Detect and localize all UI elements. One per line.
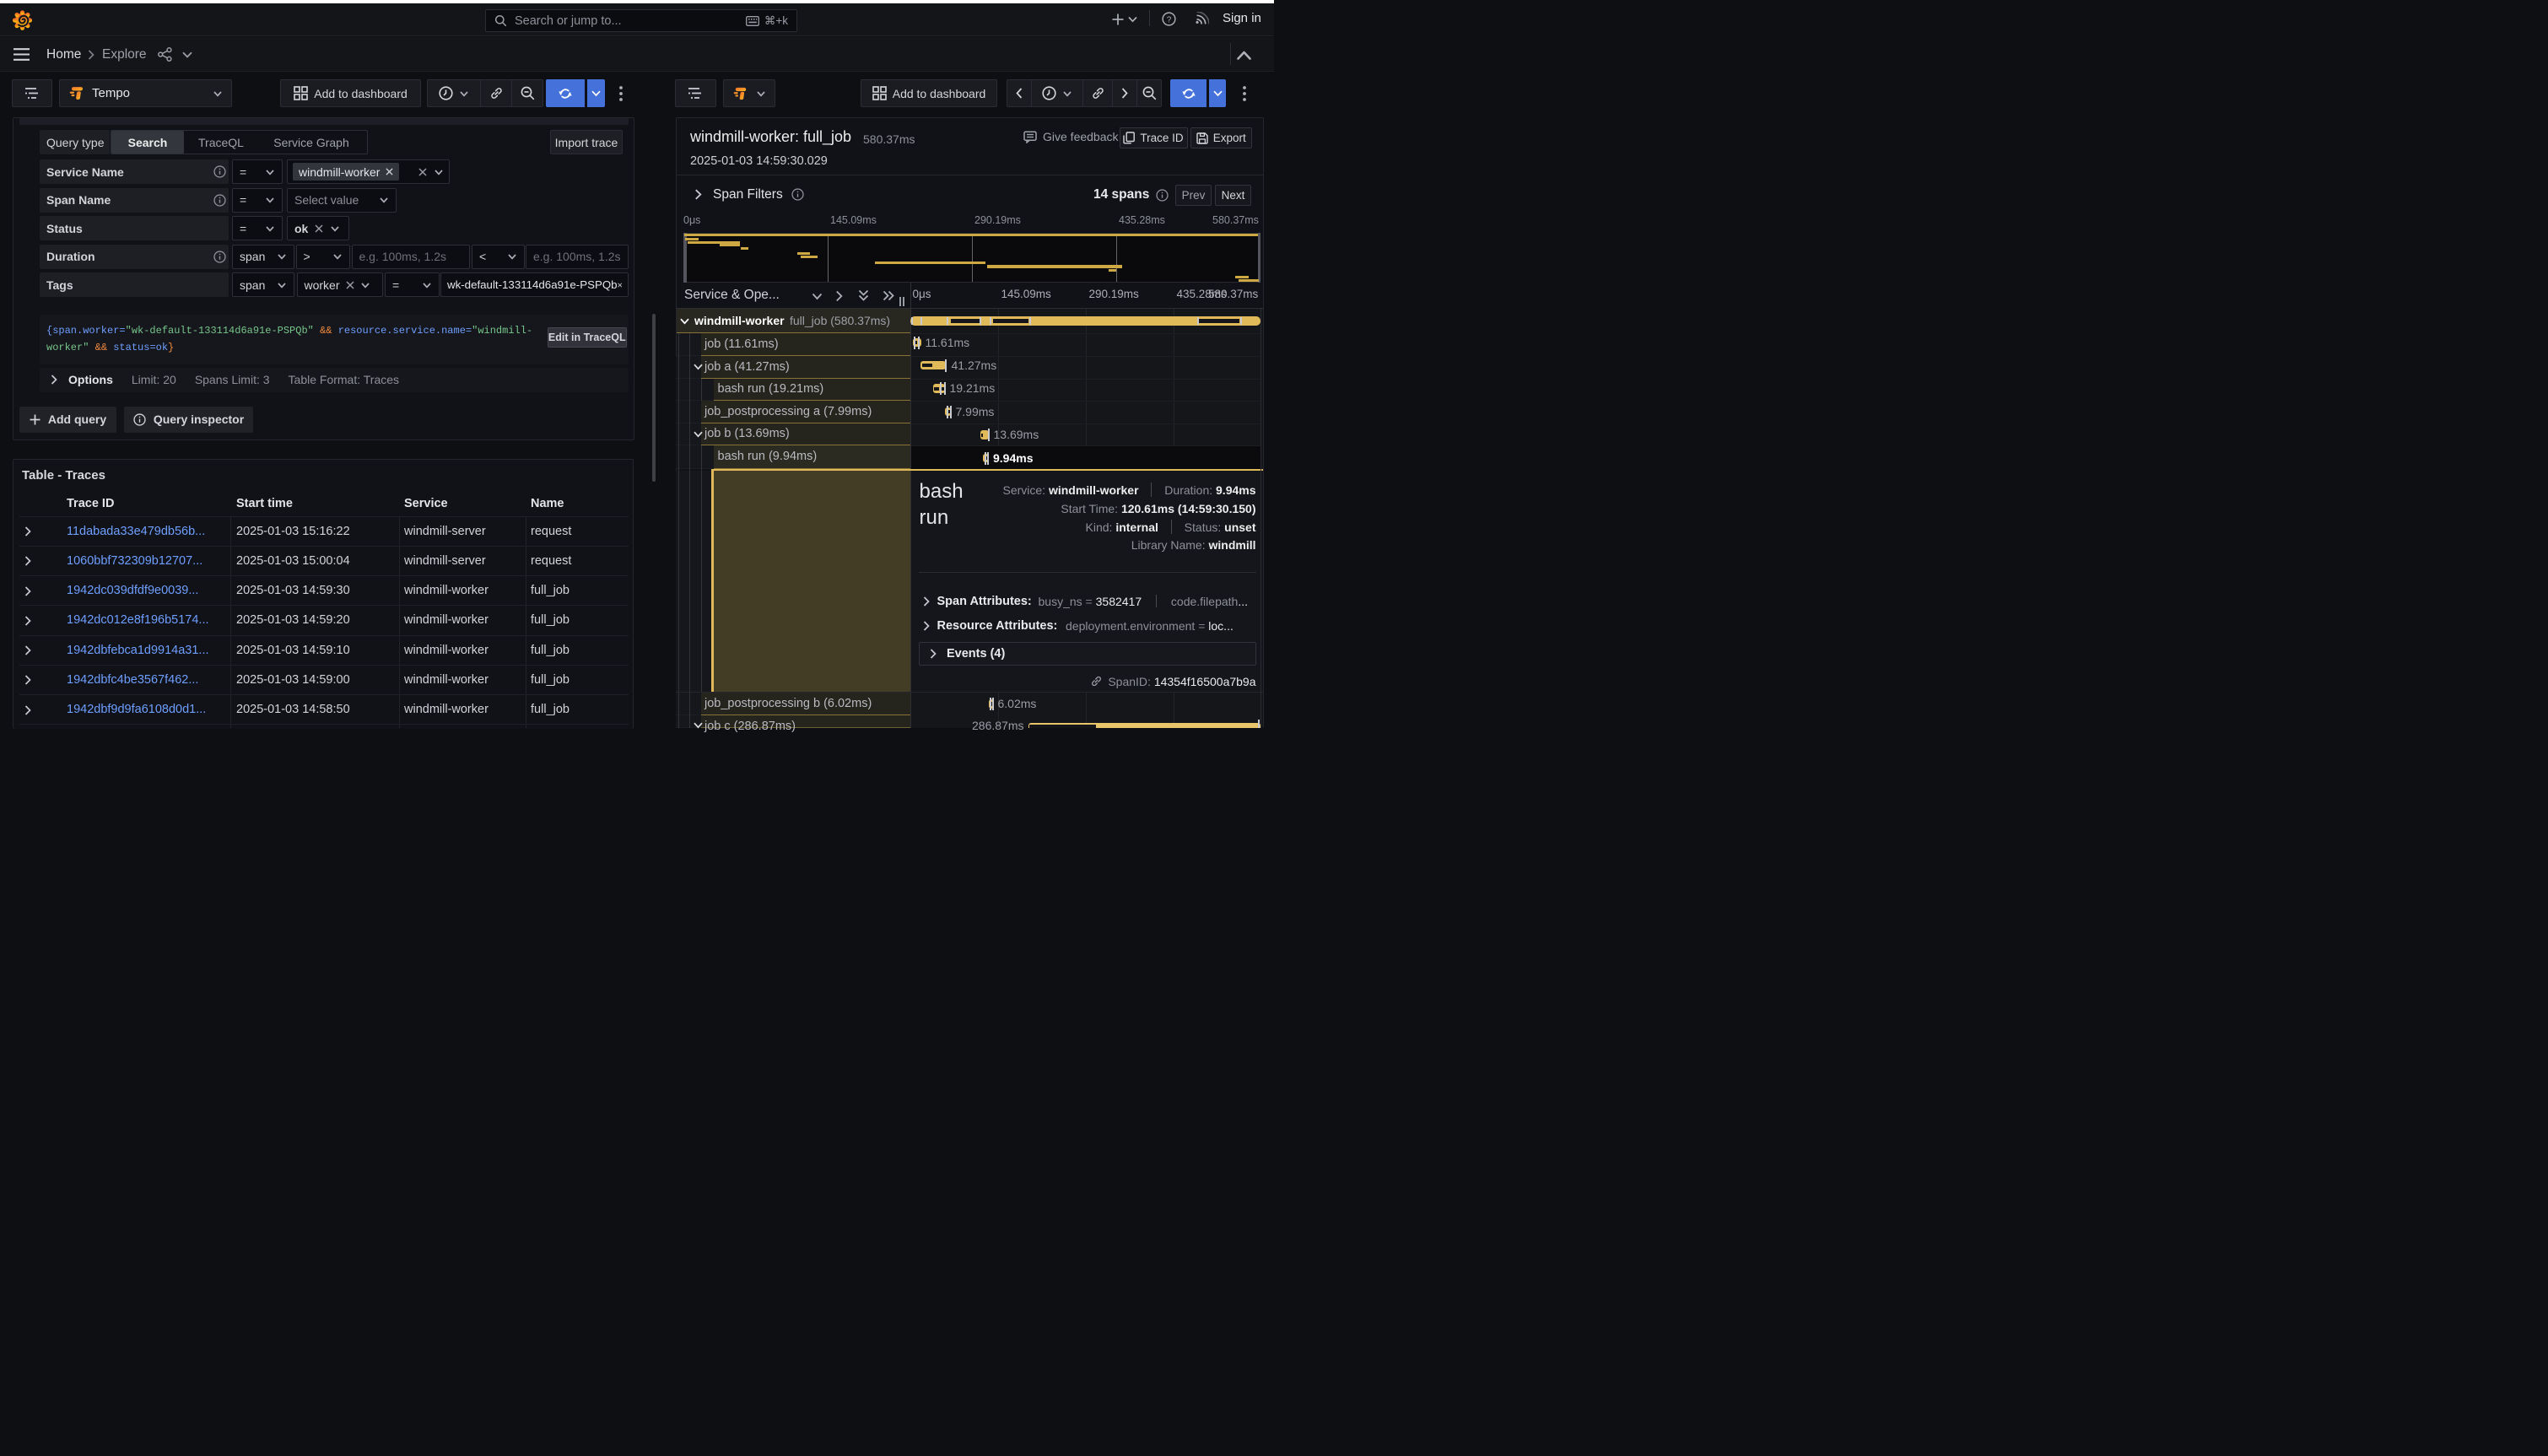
svg-text:?: ?	[1167, 15, 1172, 24]
